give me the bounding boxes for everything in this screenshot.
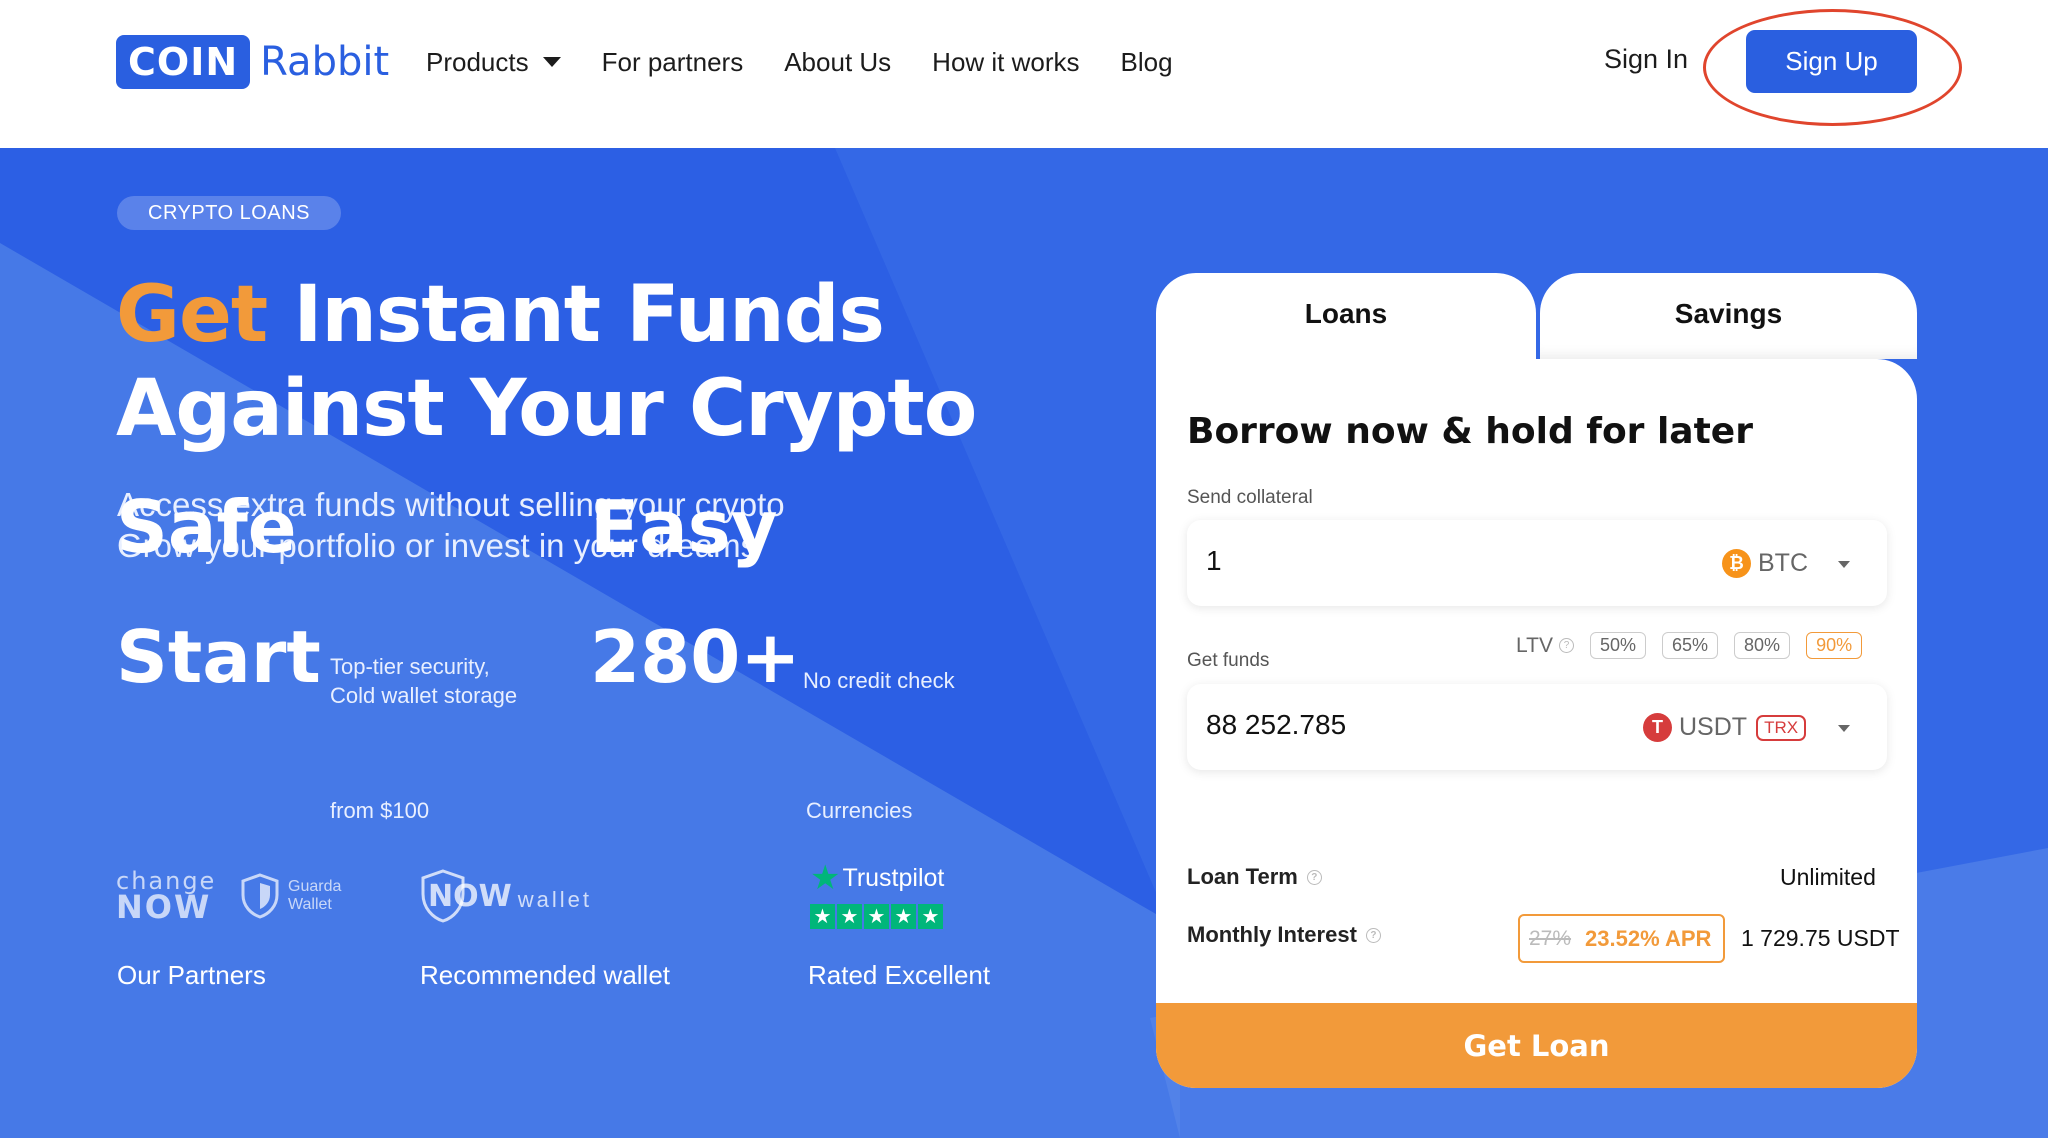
guarda-text: Guarda Wallet bbox=[288, 878, 341, 914]
stat-currencies-desc: Currencies bbox=[806, 798, 913, 823]
guarda-line-2: Wallet bbox=[288, 896, 332, 913]
funds-amount-input[interactable]: 88 252.785 bbox=[1206, 709, 1346, 741]
tether-icon: T bbox=[1643, 713, 1672, 742]
stat-easy: Easy bbox=[590, 485, 778, 569]
guarda-line-1: Guarda bbox=[288, 878, 342, 895]
bitcoin-icon: ₿ bbox=[1722, 549, 1751, 578]
help-icon[interactable]: ? bbox=[1365, 927, 1381, 943]
star-icon: ★ bbox=[864, 904, 889, 929]
monthly-interest-label: Monthly Interest ? bbox=[1187, 922, 1381, 948]
collateral-amount-input[interactable]: 1 bbox=[1206, 545, 1222, 577]
headline-accent: Get bbox=[116, 270, 268, 360]
star-icon: ★ bbox=[891, 904, 916, 929]
network-badge: TRX bbox=[1756, 714, 1807, 741]
loan-calculator-card: Savings Borrow now & hold for later Send… bbox=[1156, 273, 1917, 1088]
star-icon: ★ bbox=[918, 904, 943, 929]
tab-loans[interactable]: Loans bbox=[1156, 273, 1536, 383]
ltv-option-80[interactable]: 80% bbox=[1734, 632, 1791, 659]
monthly-interest-value: 1 729.75 USDT bbox=[1741, 925, 1900, 951]
ltv-label: LTV bbox=[1516, 633, 1553, 657]
site-header: COIN Rabbit Products For partners About … bbox=[0, 0, 2048, 148]
nav-products-label: Products bbox=[426, 46, 529, 77]
chevron-down-icon bbox=[542, 57, 561, 67]
changenow-bottom: NOW bbox=[116, 888, 212, 926]
stat-safe-desc-line-2: Cold wallet storage bbox=[330, 683, 518, 708]
changenow-logo[interactable]: change NOW bbox=[116, 868, 216, 926]
coinrabbit-logo[interactable]: COIN Rabbit bbox=[116, 34, 389, 90]
loan-term-label: Loan Term ? bbox=[1187, 864, 1322, 890]
get-loan-button[interactable]: Get Loan bbox=[1156, 1003, 1917, 1088]
ltv-option-65[interactable]: 65% bbox=[1662, 632, 1719, 659]
wallet-heading: Recommended wallet bbox=[420, 960, 671, 990]
headline-rest: Instant Funds bbox=[293, 270, 885, 360]
apr-new: 23.52% APR bbox=[1585, 925, 1712, 951]
main-nav: Products For partners About Us How it wo… bbox=[426, 40, 1214, 84]
ltv-option-50[interactable]: 50% bbox=[1589, 632, 1646, 659]
logo-text: Rabbit bbox=[260, 39, 390, 85]
sign-in-link[interactable]: Sign In bbox=[1604, 44, 1688, 75]
apr-old: 27% bbox=[1529, 926, 1572, 950]
help-icon[interactable]: ? bbox=[1306, 869, 1322, 885]
loan-term-value: Unlimited bbox=[1780, 864, 1876, 890]
stat-safe-desc-line-1: Top-tier security, bbox=[330, 654, 490, 679]
ltv-selector: LTV ? 50% 65% 80% 90% bbox=[1516, 632, 1863, 659]
ltv-option-90[interactable]: 90% bbox=[1806, 632, 1863, 659]
hero-headline: Get Instant Funds Against Your Crypto bbox=[116, 268, 977, 456]
stat-start: Start bbox=[116, 615, 321, 699]
collateral-label: Send collateral bbox=[1187, 487, 1313, 508]
collateral-coin-select[interactable]: ₿ BTC bbox=[1722, 549, 1808, 578]
annotation-circle bbox=[1703, 9, 1962, 126]
help-icon[interactable]: ? bbox=[1558, 638, 1574, 653]
monthly-interest-text: Monthly Interest bbox=[1187, 922, 1357, 947]
card-body: Borrow now & hold for later Send collate… bbox=[1156, 359, 1917, 1088]
funds-coin-label: USDT bbox=[1679, 713, 1748, 741]
trustpilot-badge[interactable]: ★ Trustpilot ★ ★ ★ ★ ★ bbox=[810, 858, 945, 929]
headline-line-2: Against Your Crypto bbox=[116, 364, 977, 454]
nowwallet-logo[interactable]: NOW wallet bbox=[420, 868, 592, 924]
nav-blog[interactable]: Blog bbox=[1121, 47, 1173, 78]
stat-easy-desc: No credit check bbox=[803, 668, 955, 693]
funds-label: Get funds bbox=[1187, 650, 1270, 671]
nav-how-it-works[interactable]: How it works bbox=[932, 47, 1079, 78]
logo-box: COIN bbox=[116, 35, 251, 89]
stat-safe-desc: Top-tier security, Cold wallet storage bbox=[330, 652, 517, 710]
card-title: Borrow now & hold for later bbox=[1187, 411, 1753, 452]
collateral-coin-label: BTC bbox=[1758, 549, 1808, 577]
trustpilot-rating-stars: ★ ★ ★ ★ ★ bbox=[810, 904, 945, 929]
chevron-down-icon[interactable] bbox=[1838, 725, 1850, 732]
nowwallet-now: NOW bbox=[428, 878, 512, 914]
nav-for-partners[interactable]: For partners bbox=[602, 47, 744, 78]
apr-badge: 27% 23.52% APR bbox=[1518, 914, 1725, 963]
star-icon: ★ bbox=[810, 904, 835, 929]
stat-currencies: 280+ bbox=[590, 615, 801, 699]
chevron-down-icon[interactable] bbox=[1838, 561, 1850, 568]
rated-heading: Rated Excellent bbox=[808, 960, 991, 990]
trustpilot-row: ★ Trustpilot bbox=[810, 858, 945, 898]
nav-products[interactable]: Products bbox=[426, 47, 561, 78]
tab-savings[interactable]: Savings bbox=[1540, 273, 1917, 359]
trustpilot-label: Trustpilot bbox=[842, 863, 945, 892]
stat-start-desc: from $100 bbox=[330, 798, 430, 823]
trustpilot-star-icon: ★ bbox=[810, 859, 841, 897]
funds-coin-select[interactable]: T USDT TRX bbox=[1643, 713, 1807, 742]
nowwallet-wallet: wallet bbox=[517, 887, 592, 912]
funds-field[interactable]: 88 252.785 T USDT TRX bbox=[1187, 684, 1887, 770]
nav-about-us[interactable]: About Us bbox=[784, 47, 891, 78]
collateral-field[interactable]: 1 ₿ BTC bbox=[1187, 520, 1887, 606]
crypto-loans-badge: CRYPTO LOANS bbox=[117, 196, 341, 230]
shield-icon bbox=[241, 873, 279, 919]
partners-heading: Our Partners bbox=[117, 960, 266, 990]
guarda-wallet-logo[interactable]: Guarda Wallet bbox=[240, 873, 341, 919]
stat-safe: Safe bbox=[116, 485, 297, 569]
loan-term-text: Loan Term bbox=[1187, 864, 1298, 889]
star-icon: ★ bbox=[837, 904, 862, 929]
